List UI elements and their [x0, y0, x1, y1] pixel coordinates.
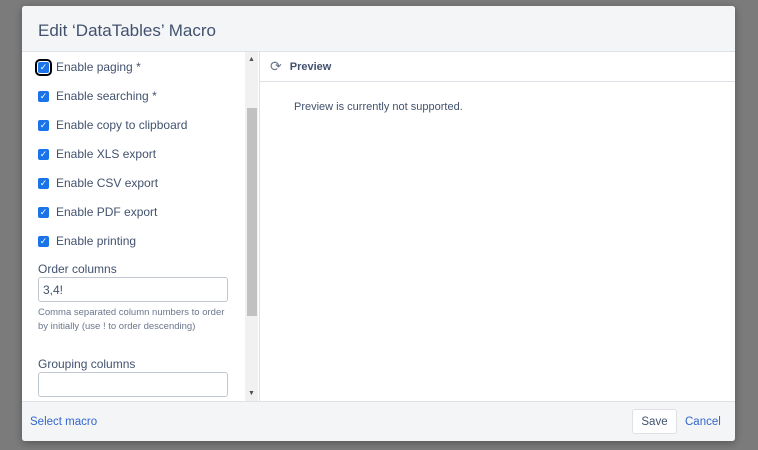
- enable-copy-checkbox[interactable]: ✓ Enable copy to clipboard: [38, 118, 187, 132]
- refresh-icon[interactable]: ⟳: [270, 58, 282, 75]
- scrollbar-thumb[interactable]: [247, 108, 257, 316]
- checkbox-label: Enable PDF export: [56, 205, 158, 219]
- grouping-columns-input[interactable]: [38, 372, 228, 397]
- checkbox-checked-icon: ✓: [38, 177, 49, 189]
- macro-options-panel: ✓ Enable paging * ✓ Enable searching * ✓ En…: [22, 52, 258, 401]
- enable-csv-checkbox[interactable]: ✓ Enable CSV export: [38, 176, 158, 190]
- enable-paging-checkbox[interactable]: ✓ Enable paging *: [35, 58, 141, 76]
- enable-xls-checkbox[interactable]: ✓ Enable XLS export: [38, 147, 156, 161]
- checkbox-label: Enable XLS export: [56, 147, 157, 161]
- cancel-link[interactable]: Cancel: [685, 416, 721, 428]
- checkbox-checked-icon: ✓: [35, 58, 52, 76]
- preview-title: Preview: [289, 60, 332, 73]
- checkbox-label: Enable paging *: [56, 60, 141, 74]
- dialog-title: Edit ‘DataTables’ Macro: [38, 21, 216, 40]
- enable-printing-checkbox[interactable]: ✓ Enable printing: [38, 234, 136, 248]
- dialog-footer: Select macro Save Cancel: [22, 401, 735, 441]
- checkbox-checked-icon: ✓: [38, 119, 49, 131]
- select-macro-link[interactable]: Select macro: [30, 416, 97, 428]
- checkbox-label: Enable printing: [56, 234, 137, 248]
- checkbox-label: Enable CSV export: [56, 176, 159, 190]
- order-columns-label: Order columns: [38, 262, 117, 276]
- save-button[interactable]: Save: [632, 409, 677, 434]
- enable-searching-checkbox[interactable]: ✓ Enable searching *: [38, 89, 157, 103]
- checkbox-checked-icon: ✓: [38, 235, 49, 247]
- checkbox-label: Enable searching *: [56, 89, 157, 103]
- grouping-columns-label: Grouping columns: [38, 357, 136, 371]
- order-columns-input[interactable]: 3,4!: [38, 277, 228, 302]
- scroll-down-icon[interactable]: ▼: [248, 390, 255, 397]
- checkbox-checked-icon: ✓: [38, 206, 49, 218]
- preview-panel: ⟳ Preview Preview is currently not suppor…: [259, 52, 735, 401]
- options-scrollbar[interactable]: ▲ ▼: [245, 52, 258, 401]
- checkbox-checked-icon: ✓: [38, 148, 49, 160]
- dialog-header: Edit ‘DataTables’ Macro: [22, 6, 735, 52]
- preview-message: Preview is currently not supported.: [294, 101, 463, 113]
- checkbox-label: Enable copy to clipboard: [56, 118, 188, 132]
- edit-macro-dialog: Edit ‘DataTables’ Macro ✓ Enable paging *…: [22, 6, 735, 441]
- preview-header: ⟳ Preview: [260, 52, 735, 82]
- scroll-up-icon[interactable]: ▲: [248, 56, 255, 63]
- order-columns-help: Comma separated column numbers to order …: [38, 307, 225, 332]
- checkbox-checked-icon: ✓: [38, 90, 49, 102]
- enable-pdf-checkbox[interactable]: ✓ Enable PDF export: [38, 205, 157, 219]
